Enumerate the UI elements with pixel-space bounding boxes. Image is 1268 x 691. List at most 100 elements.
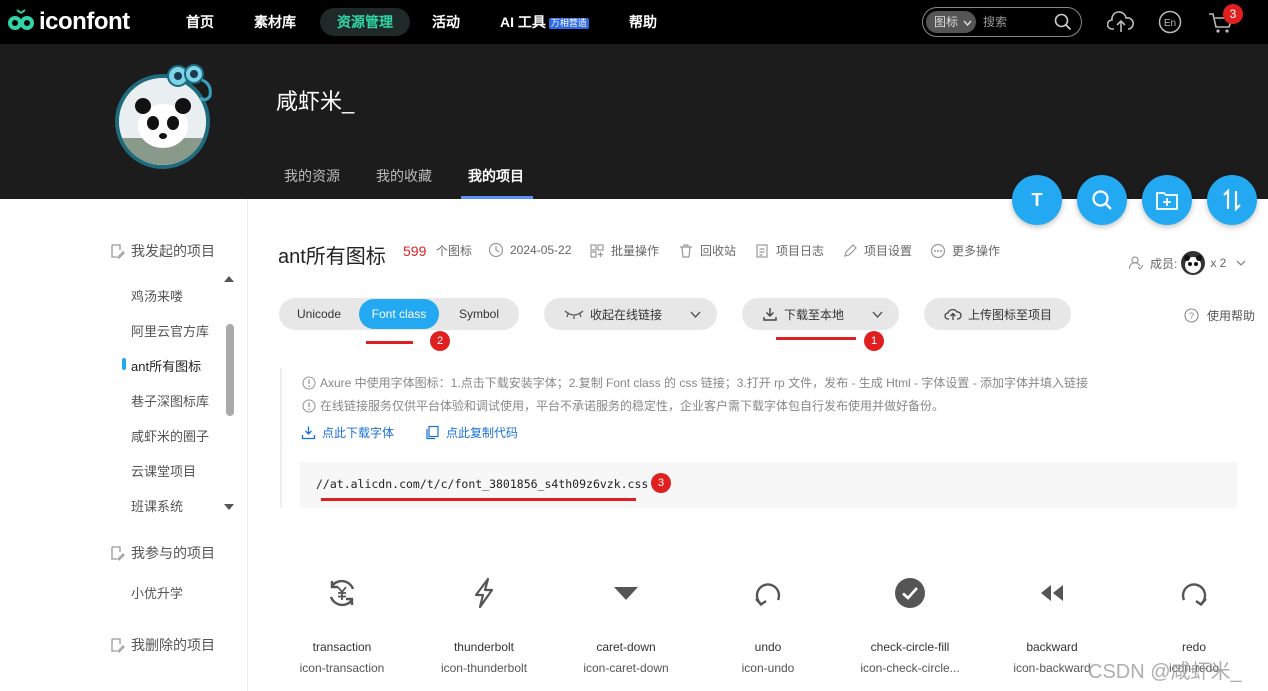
log-icon bbox=[756, 243, 768, 258]
icon-card-thunderbolt[interactable]: thunderbolt icon-thunderbolt bbox=[424, 570, 544, 675]
icon-code: icon-check-circle... bbox=[860, 661, 960, 675]
icon-name: transaction bbox=[312, 640, 372, 654]
icon-code: icon-undo bbox=[741, 661, 795, 675]
help-link[interactable]: ? 使用帮助 bbox=[1184, 307, 1255, 324]
sidebar-item-ant-icons[interactable]: ant所有图标 bbox=[131, 356, 201, 375]
transaction-icon bbox=[329, 579, 355, 607]
language-label: En bbox=[1164, 18, 1176, 29]
sidebar-item-xianxiami-circle[interactable]: 咸虾米的圈子 bbox=[131, 426, 209, 445]
pencil-icon bbox=[844, 243, 857, 257]
ai-badge: 万相营造 bbox=[548, 17, 589, 29]
chevron-down-icon bbox=[872, 311, 883, 318]
project-log-button[interactable]: 项目日志 bbox=[754, 242, 824, 259]
icon-name: backward bbox=[1026, 640, 1078, 654]
sidebar-item-xiangzishen[interactable]: 巷子深图标库 bbox=[131, 391, 209, 410]
sort-fab-button[interactable] bbox=[1207, 175, 1257, 225]
project-settings-label: 项目设置 bbox=[864, 244, 913, 258]
top-nav: iconfont 首页 素材库 资源管理 活动 AI 工具 万相营造 帮助 图标 … bbox=[0, 0, 1268, 44]
sidebar-item-cloud-class[interactable]: 云课堂项目 bbox=[131, 461, 196, 480]
download-to-local-button[interactable]: 下载至本地 bbox=[742, 298, 899, 330]
scroll-up-arrow-icon[interactable] bbox=[224, 276, 234, 282]
members-info[interactable]: 成员: x 2 bbox=[1128, 251, 1246, 275]
nav-activity[interactable]: 活动 bbox=[432, 0, 460, 44]
icon-card-undo[interactable]: undo icon-undo bbox=[708, 570, 828, 675]
member-icon bbox=[1128, 256, 1144, 270]
nav-help[interactable]: 帮助 bbox=[629, 0, 657, 44]
cart-badge: 3 bbox=[1223, 4, 1243, 24]
tab-my-favorites[interactable]: 我的收藏 bbox=[376, 166, 432, 186]
undo-icon bbox=[755, 583, 781, 607]
language-icon[interactable]: En bbox=[1158, 10, 1182, 34]
help-label: 使用帮助 bbox=[1207, 309, 1256, 323]
icon-count: 599 bbox=[403, 243, 427, 259]
csdn-watermark: CSDN @咸虾米_ bbox=[1088, 661, 1242, 683]
collapse-online-link-button[interactable]: 收起在线链接 bbox=[544, 298, 717, 330]
text-fab-button[interactable]: T bbox=[1012, 175, 1062, 225]
sidebar-scrollbar[interactable] bbox=[226, 324, 234, 416]
upload-icons-button[interactable]: 上传图标至项目 bbox=[924, 298, 1071, 330]
sidebar-joined-title: 我参与的项目 bbox=[131, 545, 215, 561]
download-font-label: 点此下载字体 bbox=[322, 426, 395, 440]
backward-icon bbox=[1041, 585, 1063, 601]
sidebar-item-jitang[interactable]: 鸡汤来喽 bbox=[131, 286, 183, 305]
icon-count-label: 个图标 bbox=[436, 244, 473, 258]
check-circle-fill-icon bbox=[895, 578, 925, 608]
project-log-label: 项目日志 bbox=[776, 244, 825, 258]
project-settings-button[interactable]: 项目设置 bbox=[842, 242, 912, 259]
profile-header: 咸虾米_ 我的资源 我的收藏 我的项目 bbox=[0, 44, 1268, 199]
search-icon bbox=[1092, 190, 1112, 210]
logo-text: iconfont bbox=[39, 8, 130, 35]
tab-unicode[interactable]: Unicode bbox=[279, 298, 359, 330]
sidebar-deleted-projects-header[interactable]: 我删除的项目 bbox=[109, 635, 215, 655]
tab-font-class[interactable]: Font class bbox=[359, 299, 439, 329]
tab-symbol[interactable]: Symbol bbox=[439, 298, 519, 330]
copy-code-link[interactable]: 点此复制代码 bbox=[425, 424, 518, 441]
sidebar-deleted-title: 我删除的项目 bbox=[131, 637, 215, 653]
iconfont-logo[interactable]: iconfont bbox=[6, 8, 130, 36]
nav-home[interactable]: 首页 bbox=[186, 0, 214, 44]
recycle-bin-label: 回收站 bbox=[700, 244, 737, 258]
sidebar-joined-projects-header[interactable]: 我参与的项目 bbox=[109, 543, 215, 563]
copy-code-label: 点此复制代码 bbox=[446, 426, 519, 440]
icon-code: icon-thunderbolt bbox=[440, 661, 528, 675]
recycle-bin-button[interactable]: 回收站 bbox=[678, 242, 736, 259]
sidebar-started-projects-header[interactable]: 我发起的项目 bbox=[109, 241, 215, 261]
icon-code: icon-transaction bbox=[299, 661, 385, 675]
upload-cloud-icon[interactable] bbox=[1107, 10, 1135, 34]
upload-icons-label: 上传图标至项目 bbox=[968, 307, 1053, 322]
edit-doc-icon bbox=[111, 638, 125, 653]
icon-name: redo bbox=[1181, 640, 1207, 654]
download-font-link[interactable]: 点此下载字体 bbox=[301, 424, 394, 441]
css-link-text[interactable]: //at.alicdn.com/t/c/font_3801856_s4th09z… bbox=[316, 477, 648, 491]
nav-resource-management[interactable]: 资源管理 bbox=[320, 8, 410, 36]
sort-icon bbox=[1223, 189, 1241, 211]
icon-card-caret-down[interactable]: caret-down icon-caret-down bbox=[566, 570, 686, 675]
batch-operation-button[interactable]: 批量操作 bbox=[589, 242, 659, 259]
icon-card-transaction[interactable]: transaction icon-transaction bbox=[282, 570, 402, 675]
tab-my-resources[interactable]: 我的资源 bbox=[284, 166, 340, 186]
nav-ai-tools[interactable]: AI 工具 万相营造 bbox=[500, 0, 589, 44]
search-input[interactable] bbox=[983, 11, 1049, 33]
search-icon[interactable] bbox=[1054, 13, 1072, 31]
tab-my-projects[interactable]: 我的项目 bbox=[468, 166, 524, 186]
sidebar-item-class-system[interactable]: 班课系统 bbox=[131, 496, 183, 515]
scroll-down-arrow-icon[interactable] bbox=[224, 504, 234, 510]
icon-card-check-circle-fill[interactable]: check-circle-fill icon-check-circle... bbox=[850, 570, 970, 675]
annotation-underline-css-link bbox=[321, 498, 636, 501]
nav-library[interactable]: 素材库 bbox=[254, 0, 296, 44]
format-segmented-control: Unicode Font class Symbol bbox=[279, 298, 519, 330]
sidebar-started-title: 我发起的项目 bbox=[131, 243, 215, 259]
more-actions-button[interactable]: 更多操作 bbox=[930, 242, 1000, 259]
question-circle-icon: ? bbox=[1184, 308, 1199, 323]
members-count: x 2 bbox=[1210, 256, 1227, 270]
icon-name: thunderbolt bbox=[453, 640, 515, 654]
search-fab-button[interactable] bbox=[1077, 175, 1127, 225]
annotation-badge-2: 2 bbox=[430, 331, 450, 351]
add-folder-fab-button[interactable] bbox=[1142, 175, 1192, 225]
thunderbolt-icon bbox=[474, 577, 494, 609]
chevron-down-icon[interactable] bbox=[1236, 260, 1246, 266]
sidebar-item-aliyun[interactable]: 阿里云官方库 bbox=[131, 321, 209, 340]
edit-doc-icon bbox=[111, 244, 125, 259]
sidebar-item-xiaoyou[interactable]: 小优升学 bbox=[131, 583, 183, 602]
search-type-select[interactable]: 图标 bbox=[926, 11, 976, 33]
